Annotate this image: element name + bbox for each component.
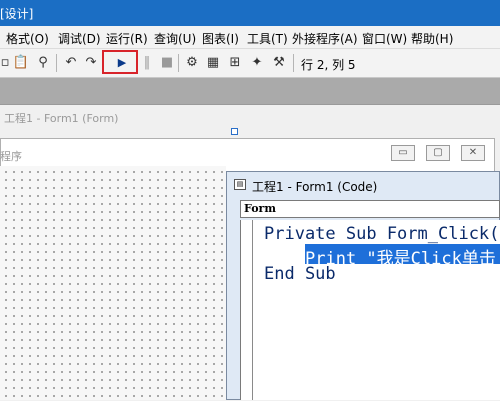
cursor-position-label: 行 2, 列 5 [301, 58, 356, 72]
toolbar-separator [56, 54, 57, 72]
menu-run[interactable]: 运行(R) [106, 30, 148, 47]
app-title: [设计] [0, 7, 34, 21]
project-explorer-icon[interactable]: ⚙ [183, 54, 201, 72]
close-button[interactable]: ✕ [461, 145, 485, 161]
menu-window[interactable]: 窗口(W) [362, 30, 407, 47]
minimize-button[interactable]: ▭ [391, 145, 415, 161]
run-button-highlight[interactable] [102, 50, 138, 74]
toolbar-separator [178, 54, 179, 72]
code-line-3: End Sub [264, 264, 336, 284]
code-window-icon: ▤ [234, 179, 246, 190]
maximize-button[interactable]: ▢ [426, 145, 450, 161]
menu-tools[interactable]: 工具(T) [247, 30, 288, 47]
code-window-title: 工程1 - Form1 (Code) [252, 180, 378, 194]
app-title-bar: [设计] [0, 0, 500, 26]
end-icon[interactable]: ■ [158, 54, 176, 72]
object-browser-icon[interactable]: ✦ [248, 54, 266, 72]
menu-bar: 格式(O) 调试(D) 运行(R) 查询(U) 图表(I) 工具(T) 外接程序… [0, 26, 500, 49]
undo-icon[interactable]: ↶ [62, 54, 80, 72]
toolbox-icon[interactable]: ⚒ [270, 54, 288, 72]
toolbar: ▫ 📋 ⚲ ↶ ↷ ▶ ‖ ■ ⚙ ▦ ⊞ ✦ ⚒ [0, 49, 500, 78]
object-combo-value: Form [244, 202, 276, 215]
paste-icon[interactable]: 📋 [12, 54, 30, 72]
menu-debug[interactable]: 调试(D) [58, 30, 101, 47]
form-layout-icon[interactable]: ⊞ [226, 54, 244, 72]
resize-handle[interactable] [231, 128, 238, 135]
find-icon[interactable]: ⚲ [34, 54, 52, 72]
form-designer-title: 工程1 - Form1 (Form) [4, 112, 119, 125]
menu-addins[interactable]: 外接程序(A) [292, 30, 358, 47]
form-caption: 程序 [0, 150, 22, 163]
redo-icon[interactable]: ↷ [82, 54, 100, 72]
object-combo-box[interactable]: Form [240, 200, 500, 218]
code-line-1: Private Sub Form_Click( [264, 224, 500, 244]
menu-query[interactable]: 查询(U) [154, 30, 196, 47]
form-design-grid[interactable] [0, 166, 226, 400]
break-icon[interactable]: ‖ [138, 54, 156, 72]
toolbar-separator [293, 54, 294, 72]
properties-window-icon[interactable]: ▦ [204, 54, 222, 72]
code-margin-bar [252, 220, 253, 400]
menu-diagram[interactable]: 图表(I) [202, 30, 239, 47]
menu-help[interactable]: 帮助(H) [411, 30, 453, 47]
menu-format[interactable]: 格式(O) [6, 30, 49, 47]
